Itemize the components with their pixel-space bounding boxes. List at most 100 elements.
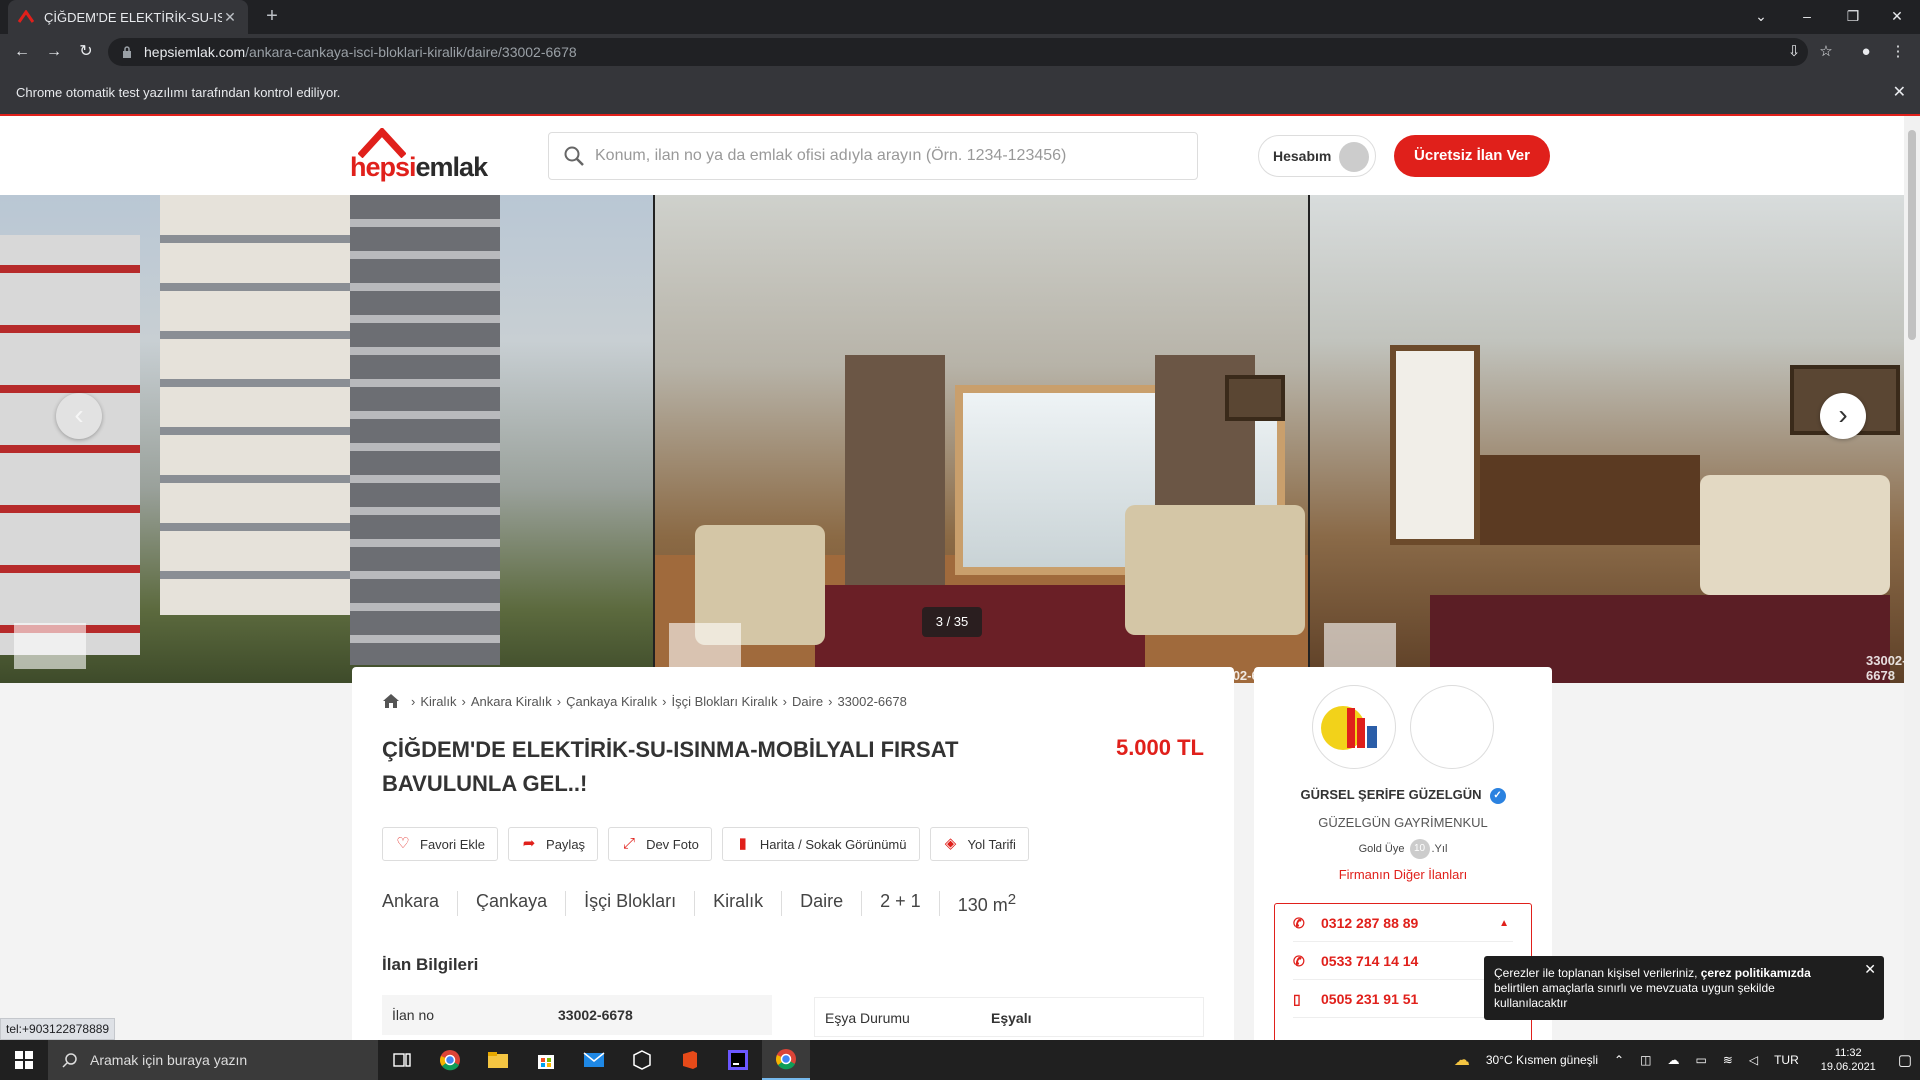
scrollbar-thumb[interactable] [1908, 130, 1916, 340]
language-indicator[interactable]: TUR [1774, 1053, 1799, 1067]
onedrive-icon[interactable]: ☁ [1667, 1053, 1679, 1067]
install-icon[interactable]: ⇩ [1782, 40, 1806, 64]
reload-icon[interactable]: ↻ [74, 40, 98, 64]
account-button[interactable]: Hesabım [1258, 135, 1376, 177]
photo-watermark: 33002-6678 [1866, 653, 1904, 683]
feature-neighborhood: İşçi Blokları [565, 891, 694, 916]
post-listing-button[interactable]: Ücretsiz İlan Ver [1394, 135, 1550, 177]
feature-city: Ankara [382, 891, 440, 911]
taskbar-search[interactable]: Aramak için buraya yazın [48, 1040, 378, 1080]
network-icon[interactable]: ◫ [1640, 1053, 1651, 1067]
new-tab-icon[interactable]: + [260, 4, 284, 28]
close-tab-icon[interactable]: ✕ [222, 9, 238, 26]
feature-property: Daire [781, 891, 861, 916]
favorite-button[interactable]: ♡ Favori Ekle [382, 827, 499, 861]
weather-text[interactable]: 30°C Kısmen güneşli [1486, 1053, 1598, 1067]
page-scrollbar[interactable] [1904, 116, 1920, 1040]
close-window-icon[interactable]: ✕ [1874, 0, 1920, 34]
cube-app-icon[interactable] [618, 1040, 666, 1080]
share-label: Paylaş [546, 836, 586, 852]
agent-photo[interactable] [1410, 685, 1494, 769]
office-icon[interactable] [666, 1040, 714, 1080]
big-photo-label: Dev Foto [646, 836, 699, 852]
address-bar[interactable]: hepsiemlak.com /ankara-cankaya-isci-blok… [108, 38, 1808, 66]
profile-menu-icon[interactable]: ⌄ [1738, 0, 1784, 34]
url-path: /ankara-cankaya-isci-bloklari-kiralik/da… [245, 44, 577, 60]
directions-button[interactable]: ◈ Yol Tarifi [929, 827, 1029, 861]
tray-chevron-icon[interactable]: ⌃ [1614, 1053, 1624, 1067]
gallery-photo-3[interactable]: 33002-6678 [1310, 195, 1904, 683]
task-view-icon[interactable] [378, 1040, 426, 1080]
phone-item[interactable]: ▯ 0505 231 91 51 [1293, 980, 1513, 1018]
mail-icon[interactable] [570, 1040, 618, 1080]
account-icon[interactable]: ● [1854, 40, 1878, 64]
volume-icon[interactable]: ◁ [1749, 1053, 1758, 1067]
clock-date: 19.06.2021 [1820, 1061, 1876, 1073]
battery-icon[interactable]: ▭ [1695, 1053, 1706, 1067]
collapse-icon[interactable]: ▲ [1499, 918, 1509, 929]
store-icon[interactable] [522, 1040, 570, 1080]
listing-title: ÇİĞDEM'DE ELEKTİRİK-SU-ISINMA-MOBİLYALI … [382, 737, 959, 796]
agency-logo[interactable] [1312, 685, 1396, 769]
site-logo[interactable]: hepsiemlak [350, 128, 490, 184]
notifications-icon[interactable]: ▢ [1898, 1051, 1912, 1069]
site-header: hepsiemlak Konum, ilan no ya da emlak of… [0, 116, 1904, 195]
info-row-listing-no: İlan no 33002-6678 [382, 995, 772, 1035]
feature-district: Çankaya [457, 891, 565, 916]
cookie-policy-link[interactable]: çerez politikamızda [1701, 966, 1811, 980]
other-listings-link[interactable]: Firmanın Diğer İlanları [1254, 867, 1552, 882]
big-photo-button[interactable]: ⤢ Dev Foto [608, 827, 712, 861]
photo-gallery: 33002-6678 33002-6678 33002-6678 3 / 35 … [0, 195, 1904, 683]
gallery-prev-arrow-icon[interactable]: ‹ [56, 393, 102, 439]
gallery-next-arrow-icon[interactable]: › [1820, 393, 1866, 439]
listing-price: 5.000 TL [1115, 735, 1204, 760]
breadcrumb-item[interactable]: Ankara Kiralık [471, 694, 552, 709]
close-cookie-icon[interactable]: ✕ [1864, 962, 1876, 977]
cookie-notice: Çerezler ile toplanan kişisel verilerini… [1484, 956, 1884, 1020]
wifi-icon[interactable]: ≋ [1723, 1053, 1733, 1067]
forward-icon[interactable]: → [42, 40, 66, 64]
feature-type: Kiralık [694, 891, 781, 916]
photo-counter: 3 / 35 [922, 607, 982, 637]
home-icon[interactable] [382, 693, 400, 709]
share-button[interactable]: ➦ Paylaş [508, 827, 599, 861]
weather-icon[interactable]: ☁ [1454, 1050, 1470, 1070]
phone-item[interactable]: ✆ 0533 714 14 14 [1293, 942, 1513, 980]
chrome-taskbar-active-icon[interactable] [762, 1040, 810, 1080]
breadcrumb-item[interactable]: Kiralık [420, 694, 456, 709]
menu-icon[interactable]: ⋮ [1886, 40, 1910, 64]
gallery-photo-1[interactable]: 33002-6678 [0, 195, 653, 683]
breadcrumb-item[interactable]: Daire [792, 694, 823, 709]
breadcrumb-item[interactable]: İşçi Blokları Kiralık [671, 694, 777, 709]
map-button[interactable]: ▮ Harita / Sokak Görünümü [721, 827, 920, 861]
logo-text-hepsi: hepsi [350, 152, 417, 182]
membership-years-badge: 10 [1409, 839, 1430, 859]
system-tray: ☁ 30°C Kısmen güneşli ⌃ ◫ ☁ ▭ ≋ ◁ TUR 11… [1446, 1040, 1920, 1080]
back-icon[interactable]: ← [10, 40, 34, 64]
phone-item[interactable]: ✆ 0312 287 88 89 ▲ [1293, 904, 1513, 942]
feature-rooms: 2 + 1 [861, 891, 939, 916]
url-domain: hepsiemlak.com [144, 44, 246, 60]
taskbar-search-placeholder: Aramak için buraya yazın [90, 1052, 248, 1068]
directions-label: Yol Tarifi [967, 836, 1016, 852]
account-label: Hesabım [1273, 148, 1332, 164]
info-value: 33002-6678 [558, 1007, 633, 1023]
clock-time: 11:32 [1834, 1047, 1862, 1059]
membership-row: Gold Üye 10 .Yıl [1254, 839, 1552, 859]
search-input[interactable]: Konum, ilan no ya da emlak ofisi adıyla … [548, 132, 1198, 180]
restore-icon[interactable]: ❐ [1830, 0, 1876, 34]
search-placeholder: Konum, ilan no ya da emlak ofisi adıyla … [595, 147, 1067, 164]
browser-tab[interactable]: ÇİĞDEM'DE ELEKTİRİK-SU-ISINMA ✕ [8, 0, 248, 34]
breadcrumb-item[interactable]: Çankaya Kiralık [566, 694, 657, 709]
map-icon: ▮ [738, 835, 747, 852]
clock[interactable]: 11:32 19.06.2021 [1821, 1046, 1876, 1074]
file-explorer-icon[interactable] [474, 1040, 522, 1080]
bookmark-star-icon[interactable]: ☆ [1814, 40, 1838, 64]
avatar [1339, 142, 1369, 172]
heart-icon: ♡ [396, 835, 410, 852]
start-button[interactable] [0, 1040, 48, 1080]
minimize-icon[interactable]: – [1784, 0, 1830, 34]
intellij-icon[interactable] [714, 1040, 762, 1080]
chrome-taskbar-icon[interactable] [426, 1040, 474, 1080]
close-infobar-icon[interactable]: ✕ [1893, 70, 1906, 116]
